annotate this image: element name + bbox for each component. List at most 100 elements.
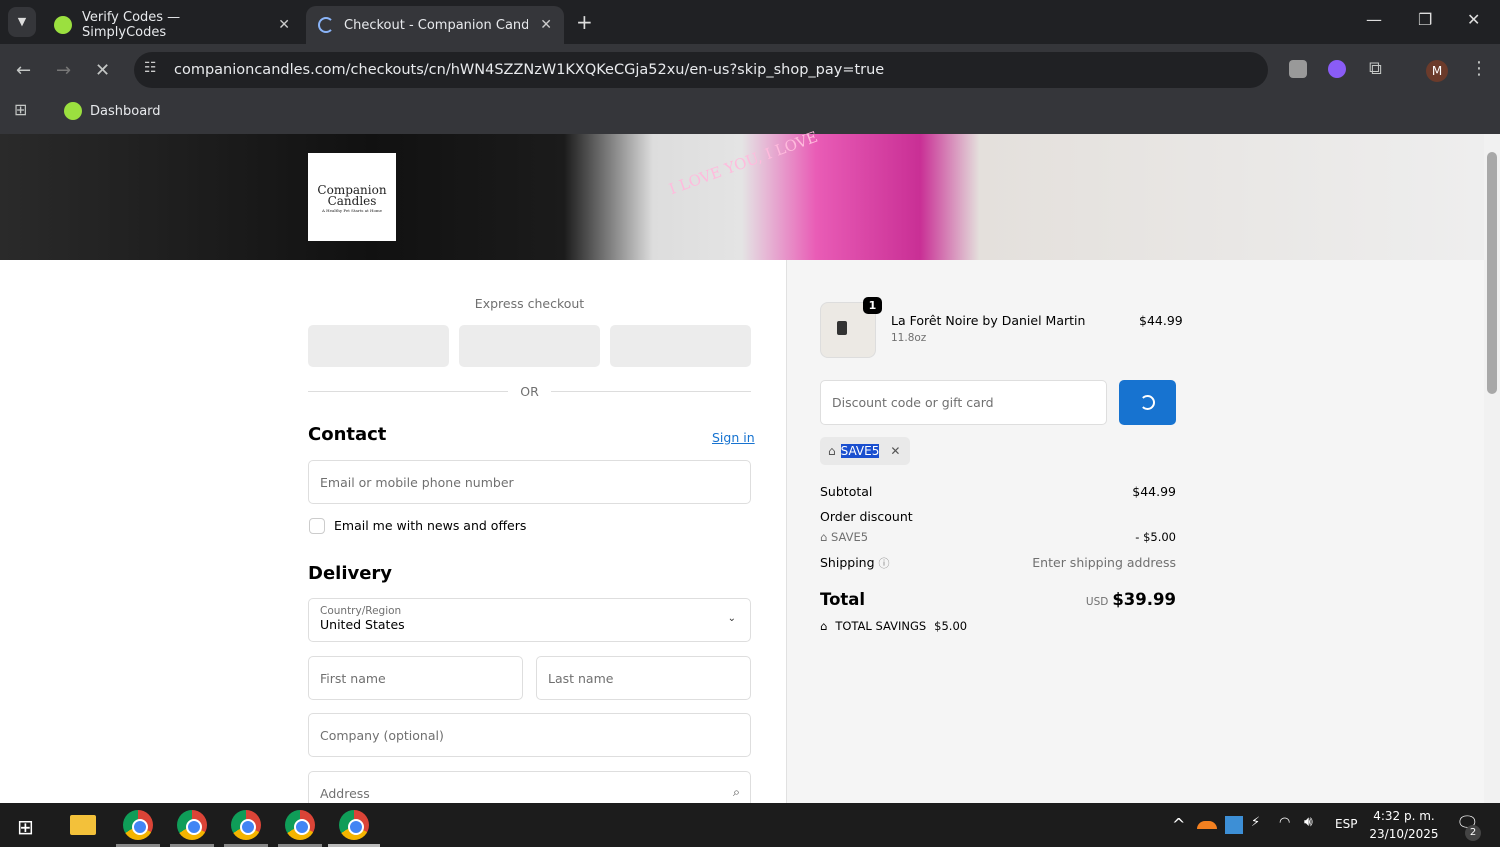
- discount-amount: - $5.00: [1135, 530, 1176, 544]
- address-bar[interactable]: ☷ companioncandles.com/checkouts/cn/hWN4…: [134, 52, 1268, 88]
- dashboard-favicon-icon: [64, 102, 82, 120]
- site-info-icon[interactable]: ☷: [144, 60, 157, 76]
- company-placeholder: Company (optional): [320, 727, 444, 743]
- windows-taskbar: ⊞ ^ ⚡ ◠ 🔊︎ ESP 4:32 p. m. 23/10/2025 🗨︎ 2: [0, 803, 1500, 847]
- divider: [551, 391, 751, 392]
- candle-jar-image: [837, 321, 847, 335]
- remove-discount-icon[interactable]: ✕: [890, 444, 900, 458]
- newsletter-checkbox[interactable]: [309, 518, 325, 534]
- tag-icon: ⌂: [820, 530, 831, 544]
- product-variant: 11.8oz: [891, 332, 927, 344]
- close-tab-icon[interactable]: ✕: [278, 17, 290, 33]
- extension-purple-icon[interactable]: [1328, 60, 1346, 78]
- help-icon[interactable]: ⓘ: [879, 557, 890, 570]
- chrome-taskbar-icon[interactable]: [231, 810, 261, 840]
- country-label: Country/Region: [320, 605, 402, 617]
- volume-icon[interactable]: 🔊︎: [1304, 814, 1313, 830]
- banner-product-text: I LOVE YOU, I LOVE: [666, 127, 821, 199]
- stop-loading-icon[interactable]: ✕: [95, 60, 110, 81]
- express-pay-button-2[interactable]: [459, 325, 600, 367]
- company-field[interactable]: Company (optional): [308, 713, 751, 757]
- extension-c-icon[interactable]: [1289, 60, 1307, 78]
- shipping-value: Enter shipping address: [1032, 555, 1176, 570]
- time: 4:32 p. m.: [1373, 809, 1435, 823]
- first-name-field[interactable]: First name: [308, 656, 523, 700]
- tray-app-icon[interactable]: [1225, 816, 1243, 834]
- total-value: $39.99: [1112, 590, 1176, 609]
- savings-tag-icon: ⌂: [820, 619, 828, 633]
- savings-label: TOTAL SAVINGS: [835, 619, 927, 633]
- delivery-heading: Delivery: [308, 563, 393, 584]
- product-name: La Forêt Noire by Daniel Martin: [891, 313, 1086, 328]
- email-field[interactable]: Email or mobile phone number: [308, 460, 751, 504]
- first-name-placeholder: First name: [320, 670, 386, 686]
- windows-start-icon[interactable]: ⊞: [17, 815, 34, 839]
- file-explorer-icon[interactable]: [70, 815, 96, 835]
- shipping-label: Shipping: [820, 555, 875, 570]
- chevron-down-icon: ⌄: [727, 613, 736, 624]
- applied-discount-tag: ⌂ SAVE5 ✕: [820, 437, 910, 465]
- newsletter-label: Email me with news and offers: [334, 518, 527, 533]
- savings-value: $5.00: [934, 619, 968, 633]
- discount-code-row: ⌂ SAVE5 - $5.00: [820, 530, 1176, 544]
- product-price: $44.99: [1139, 313, 1183, 328]
- close-tab-icon[interactable]: ✕: [540, 17, 552, 33]
- discount-placeholder: Discount code or gift card: [832, 395, 994, 410]
- subtotal-label: Subtotal: [820, 484, 873, 499]
- divider: [308, 391, 508, 392]
- hero-banner-image: I LOVE YOU, I LOVE: [0, 128, 1484, 260]
- profile-avatar[interactable]: M: [1426, 60, 1448, 82]
- logo-line2: Candles: [327, 194, 377, 208]
- forward-icon[interactable]: →: [56, 60, 71, 81]
- tab-checkout[interactable]: Checkout - Companion Candle ✕: [306, 6, 564, 44]
- applied-code: SAVE5: [840, 444, 880, 458]
- last-name-field[interactable]: Last name: [536, 656, 751, 700]
- extensions-puzzle-icon[interactable]: ⧉: [1369, 58, 1382, 79]
- order-discount-row: Order discount: [820, 509, 1176, 524]
- search-icon: ⌕: [732, 784, 740, 799]
- bookmark-label: Dashboard: [90, 103, 161, 119]
- close-window-button[interactable]: ✕: [1467, 10, 1480, 29]
- logo-tagline: A Healthy Pet Starts at Home: [321, 208, 383, 213]
- tab-search-button[interactable]: ▼: [8, 7, 36, 37]
- tab-verify-codes[interactable]: Verify Codes — SimplyCodes ✕: [42, 6, 302, 44]
- show-hidden-icons[interactable]: ^: [1172, 815, 1185, 834]
- chrome-taskbar-icon[interactable]: [177, 810, 207, 840]
- tab-title: Checkout - Companion Candle: [344, 17, 528, 33]
- tab-title: Verify Codes — SimplyCodes: [81, 10, 181, 40]
- quantity-badge: 1: [863, 297, 882, 314]
- express-pay-button-3[interactable]: [610, 325, 751, 367]
- country-select[interactable]: Country/Region United States ⌄: [308, 598, 751, 642]
- language-indicator[interactable]: ESP: [1335, 817, 1357, 831]
- discount-code-input[interactable]: Discount code or gift card: [820, 380, 1107, 425]
- power-icon[interactable]: ⚡: [1251, 815, 1260, 830]
- sign-in-link[interactable]: Sign in: [712, 430, 755, 445]
- new-tab-button[interactable]: +: [576, 10, 593, 34]
- clock[interactable]: 4:32 p. m. 23/10/2025: [1366, 807, 1442, 843]
- total-row: Total USD $39.99: [820, 590, 1176, 609]
- back-icon[interactable]: ←: [16, 60, 31, 81]
- apply-discount-button[interactable]: [1119, 380, 1176, 425]
- bookmark-dashboard[interactable]: Dashboard: [64, 102, 161, 120]
- apps-grid-icon[interactable]: ⊞: [14, 100, 27, 119]
- url-text[interactable]: companioncandles.com/checkouts/cn/hWN4SZ…: [174, 62, 884, 78]
- express-pay-button-1[interactable]: [308, 325, 449, 367]
- minimize-button[interactable]: —: [1366, 10, 1382, 29]
- discount-code: SAVE5: [830, 530, 869, 544]
- savings-row: ⌂ TOTAL SAVINGS $5.00: [820, 619, 1176, 633]
- chrome-taskbar-icon[interactable]: [285, 810, 315, 840]
- wifi-icon[interactable]: ◠: [1279, 815, 1290, 830]
- chrome-taskbar-icon[interactable]: [123, 810, 153, 840]
- tag-icon: ⌂: [828, 444, 836, 458]
- store-logo[interactable]: Companion Candles A Healthy Pet Starts a…: [308, 153, 396, 241]
- chrome-taskbar-icon-active[interactable]: [339, 810, 369, 840]
- subtotal-value: $44.99: [1132, 484, 1176, 499]
- email-placeholder: Email or mobile phone number: [320, 474, 514, 490]
- address-placeholder: Address: [320, 786, 370, 801]
- notification-count: 2: [1465, 825, 1481, 841]
- loading-favicon-icon: [318, 17, 334, 33]
- restore-button[interactable]: ❐: [1418, 10, 1432, 29]
- cloudflare-icon[interactable]: [1197, 821, 1217, 829]
- scrollbar-thumb[interactable]: [1487, 152, 1497, 394]
- menu-kebab-icon[interactable]: ⋮: [1470, 58, 1488, 79]
